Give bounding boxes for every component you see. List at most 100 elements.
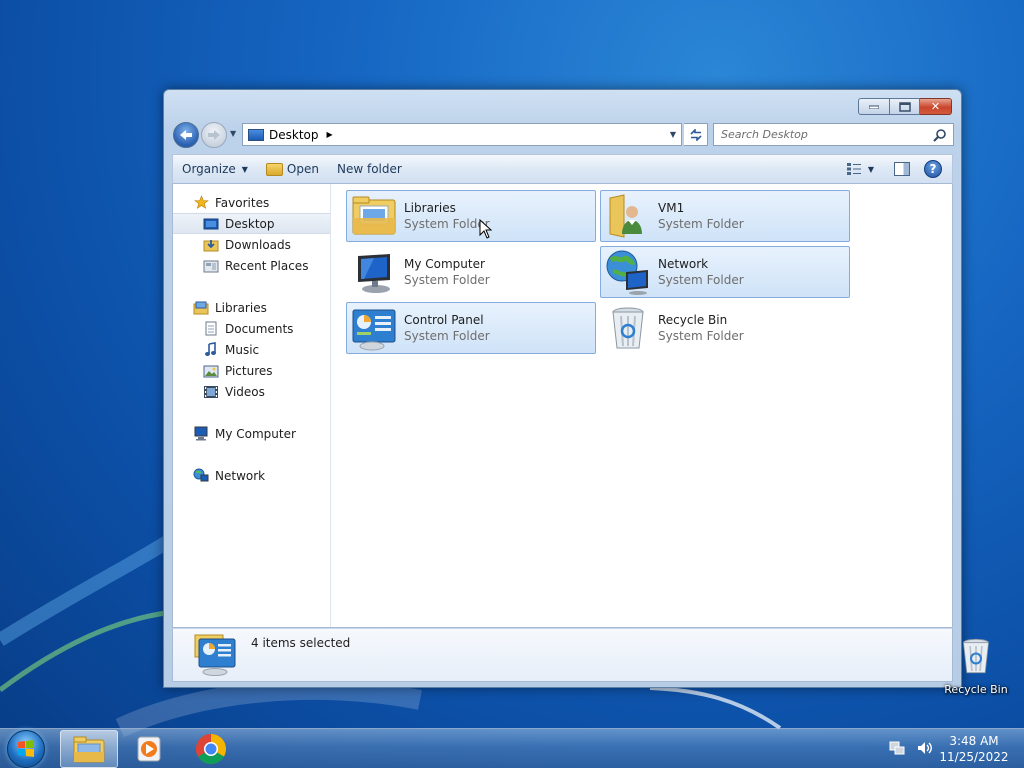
item-recycle-bin[interactable]: Recycle Bin System Folder bbox=[600, 302, 850, 354]
item-name: Recycle Bin bbox=[658, 313, 728, 327]
nav-pictures[interactable]: Pictures bbox=[173, 360, 330, 381]
nav-network[interactable]: Network bbox=[173, 465, 330, 486]
change-view-button[interactable]: ▼ bbox=[840, 162, 880, 176]
new-folder-button[interactable]: New folder bbox=[328, 155, 411, 183]
refresh-button[interactable] bbox=[684, 123, 708, 146]
nav-music[interactable]: Music bbox=[173, 339, 330, 360]
nav-videos[interactable]: Videos bbox=[173, 381, 330, 402]
caption-buttons: ✕ bbox=[858, 98, 952, 115]
volume-icon[interactable] bbox=[916, 739, 934, 757]
view-options-icon bbox=[846, 163, 861, 175]
mouse-cursor-icon bbox=[479, 219, 493, 239]
breadcrumb-desktop[interactable]: Desktop bbox=[269, 128, 319, 142]
network-status-icon[interactable] bbox=[888, 739, 906, 757]
item-name: Libraries bbox=[404, 201, 456, 215]
nav-downloads-label: Downloads bbox=[225, 237, 291, 252]
details-pane: 4 items selected bbox=[172, 628, 953, 682]
item-my-computer[interactable]: My Computer System Folder bbox=[346, 246, 596, 298]
navigation-bar: ▼ Desktop ▶ ▼ bbox=[172, 122, 954, 148]
desktop-recycle-bin-label: Recycle Bin bbox=[944, 683, 1008, 696]
nav-favorites[interactable]: Favorites bbox=[173, 192, 330, 213]
recycle-bin-icon bbox=[612, 307, 644, 349]
organize-label: Organize bbox=[182, 162, 236, 176]
item-control-panel[interactable]: Control Panel System Folder bbox=[346, 302, 596, 354]
desktop-recycle-bin[interactable]: Recycle Bin bbox=[944, 632, 1008, 702]
computer-icon bbox=[193, 426, 209, 442]
back-arrow-icon bbox=[180, 130, 192, 140]
restore-icon bbox=[898, 101, 911, 112]
item-name: Network bbox=[658, 257, 709, 271]
search-input[interactable] bbox=[721, 128, 931, 141]
open-button[interactable]: Open bbox=[257, 155, 328, 183]
network-icon bbox=[606, 250, 648, 295]
nav-desktop[interactable]: Desktop bbox=[173, 213, 330, 234]
desktop-icon bbox=[248, 128, 264, 141]
nav-pictures-label: Pictures bbox=[225, 363, 273, 378]
clock-time: 3:48 AM bbox=[949, 734, 999, 748]
computer-icon bbox=[358, 254, 390, 293]
search-icon bbox=[933, 129, 946, 142]
breadcrumb-chevron-icon[interactable]: ▶ bbox=[327, 130, 333, 139]
start-button[interactable] bbox=[7, 730, 45, 768]
videos-icon bbox=[203, 384, 219, 400]
selection-stack-icon bbox=[194, 634, 236, 676]
libraries-icon bbox=[193, 300, 209, 316]
nav-videos-label: Videos bbox=[225, 384, 265, 399]
item-name: Control Panel bbox=[404, 313, 484, 327]
item-type: System Folder bbox=[658, 329, 744, 343]
nav-network-label: Network bbox=[215, 468, 266, 483]
recent-places-icon bbox=[203, 258, 219, 274]
item-type: System Folder bbox=[658, 217, 744, 231]
open-folder-icon bbox=[265, 162, 283, 176]
nav-downloads[interactable]: Downloads bbox=[173, 234, 330, 255]
explorer-window: ✕ ▼ Desktop ▶ ▼ Organize ▼ bbox=[163, 89, 962, 688]
downloads-folder-icon bbox=[203, 237, 219, 253]
item-type: System Folder bbox=[404, 273, 490, 287]
views-chevron-down-icon[interactable]: ▼ bbox=[868, 165, 874, 174]
music-icon bbox=[203, 342, 219, 358]
maximize-button[interactable] bbox=[890, 98, 920, 115]
windows-logo-icon bbox=[18, 740, 34, 757]
minimize-icon bbox=[869, 105, 879, 109]
refresh-icon bbox=[689, 128, 702, 141]
nav-documents[interactable]: Documents bbox=[173, 318, 330, 339]
item-name: VM1 bbox=[658, 201, 685, 215]
forward-button[interactable] bbox=[201, 122, 227, 148]
search-box[interactable] bbox=[713, 123, 954, 146]
control-panel-icon bbox=[352, 309, 396, 351]
nav-my-computer-label: My Computer bbox=[215, 426, 296, 441]
minimize-button[interactable] bbox=[858, 98, 890, 115]
taskbar-chrome-button[interactable] bbox=[182, 730, 240, 768]
nav-libraries[interactable]: Libraries bbox=[173, 297, 330, 318]
address-dropdown-icon[interactable]: ▼ bbox=[670, 130, 676, 139]
selection-status: 4 items selected bbox=[251, 636, 351, 650]
taskbar-explorer-button[interactable] bbox=[60, 730, 118, 768]
clock[interactable]: 3:48 AM 11/25/2022 bbox=[938, 733, 1010, 765]
organize-button[interactable]: Organize ▼ bbox=[173, 155, 257, 183]
preview-pane-icon[interactable] bbox=[894, 162, 910, 176]
close-icon: ✕ bbox=[930, 100, 941, 113]
recycle-bin-icon bbox=[963, 638, 989, 674]
new-folder-label: New folder bbox=[336, 162, 402, 176]
chrome-icon bbox=[195, 734, 227, 765]
nav-libraries-label: Libraries bbox=[215, 300, 267, 315]
item-network[interactable]: Network System Folder bbox=[600, 246, 850, 298]
item-vm1[interactable]: VM1 System Folder bbox=[600, 190, 850, 242]
nav-my-computer[interactable]: My Computer bbox=[173, 423, 330, 444]
open-label: Open bbox=[286, 162, 319, 176]
taskbar-media-player-button[interactable] bbox=[120, 730, 178, 768]
item-type: System Folder bbox=[404, 329, 490, 343]
help-icon[interactable]: ? bbox=[924, 160, 942, 178]
star-icon bbox=[193, 195, 209, 211]
taskbar: 3:48 AM 11/25/2022 bbox=[0, 728, 1024, 768]
command-bar: Organize ▼ Open New folder ▼ ? bbox=[172, 154, 953, 184]
item-libraries[interactable]: Libraries System Folder bbox=[346, 190, 596, 242]
network-icon bbox=[193, 468, 209, 484]
explorer-folder-icon bbox=[73, 736, 105, 763]
navigation-pane: Favorites Desktop Downloads Recent Place… bbox=[173, 184, 331, 627]
recent-pages-dropdown[interactable]: ▼ bbox=[230, 129, 236, 138]
close-button[interactable]: ✕ bbox=[920, 98, 952, 115]
address-bar[interactable]: Desktop ▶ ▼ bbox=[242, 123, 682, 146]
nav-recent-places[interactable]: Recent Places bbox=[173, 255, 330, 276]
back-button[interactable] bbox=[173, 122, 199, 148]
